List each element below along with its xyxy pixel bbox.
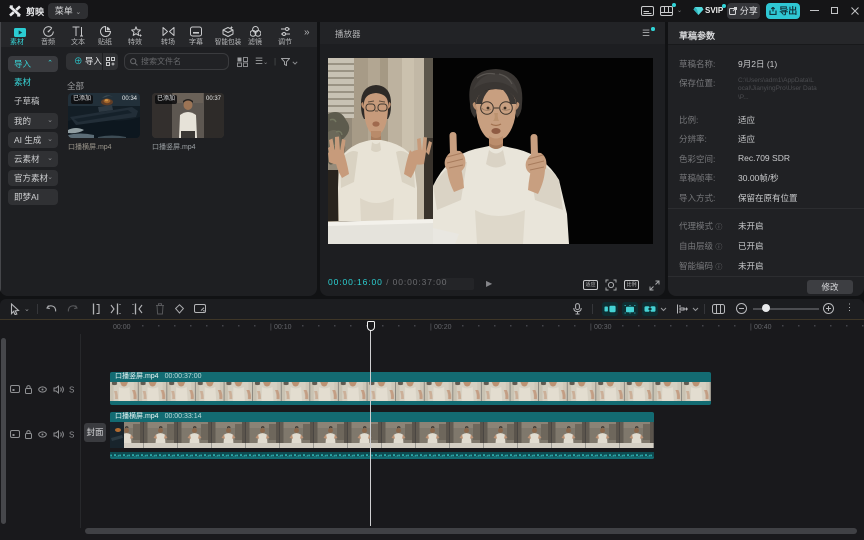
svg-text:00:20: 00:20 xyxy=(434,324,452,331)
svg-text:00:10: 00:10 xyxy=(274,324,292,331)
svg-text:S: S xyxy=(69,431,74,440)
svg-text:|: | xyxy=(750,324,752,331)
svg-text:|: | xyxy=(430,324,432,331)
svg-text:00:30: 00:30 xyxy=(594,324,612,331)
svg-text:00:40: 00:40 xyxy=(754,324,772,331)
svg-text:|: | xyxy=(270,324,272,331)
svg-text:S: S xyxy=(69,386,74,395)
svg-text:00:00: 00:00 xyxy=(113,324,131,331)
svg-text:|: | xyxy=(590,324,592,331)
